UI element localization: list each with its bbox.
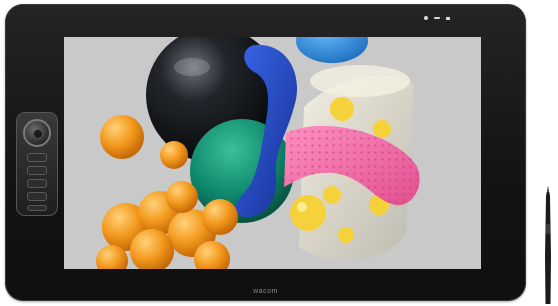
power-led-icon xyxy=(424,16,428,20)
express-key-2[interactable] xyxy=(27,166,47,175)
stylus-pen-icon[interactable] xyxy=(543,186,553,306)
express-key-4[interactable] xyxy=(27,192,47,201)
yellow-sphere xyxy=(290,195,326,231)
touch-ring-center-button[interactable] xyxy=(33,129,43,139)
express-key-3[interactable] xyxy=(27,179,47,188)
abstract-3d-artwork xyxy=(64,37,481,269)
display-led-icon xyxy=(446,16,450,20)
express-key-5[interactable] xyxy=(27,205,47,211)
pen-display-tablet: wacom xyxy=(5,4,526,301)
orange-sphere-left xyxy=(100,115,144,159)
express-key-1[interactable] xyxy=(27,153,47,162)
display-screen[interactable] xyxy=(64,37,481,269)
link-led-icon xyxy=(434,17,440,19)
brand-logo: wacom xyxy=(253,288,278,295)
expresskey-remote[interactable] xyxy=(16,112,58,216)
touch-ring[interactable] xyxy=(23,119,51,147)
status-indicator-row xyxy=(424,16,450,20)
